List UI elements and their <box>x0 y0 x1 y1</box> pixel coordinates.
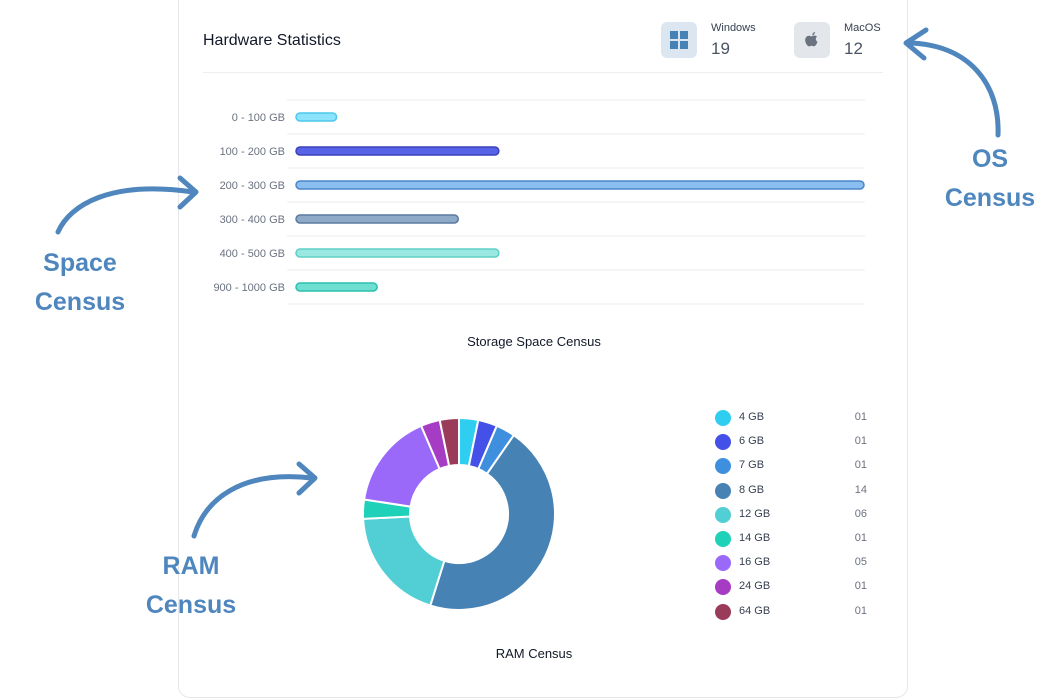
os-census-callout: OS Census <box>944 145 1036 212</box>
space-callout-arrow <box>55 186 196 235</box>
ram-census-callout: RAM Census <box>145 552 237 619</box>
ram-callout-arrow <box>191 474 315 539</box>
space-census-callout: Space Census <box>34 249 126 316</box>
